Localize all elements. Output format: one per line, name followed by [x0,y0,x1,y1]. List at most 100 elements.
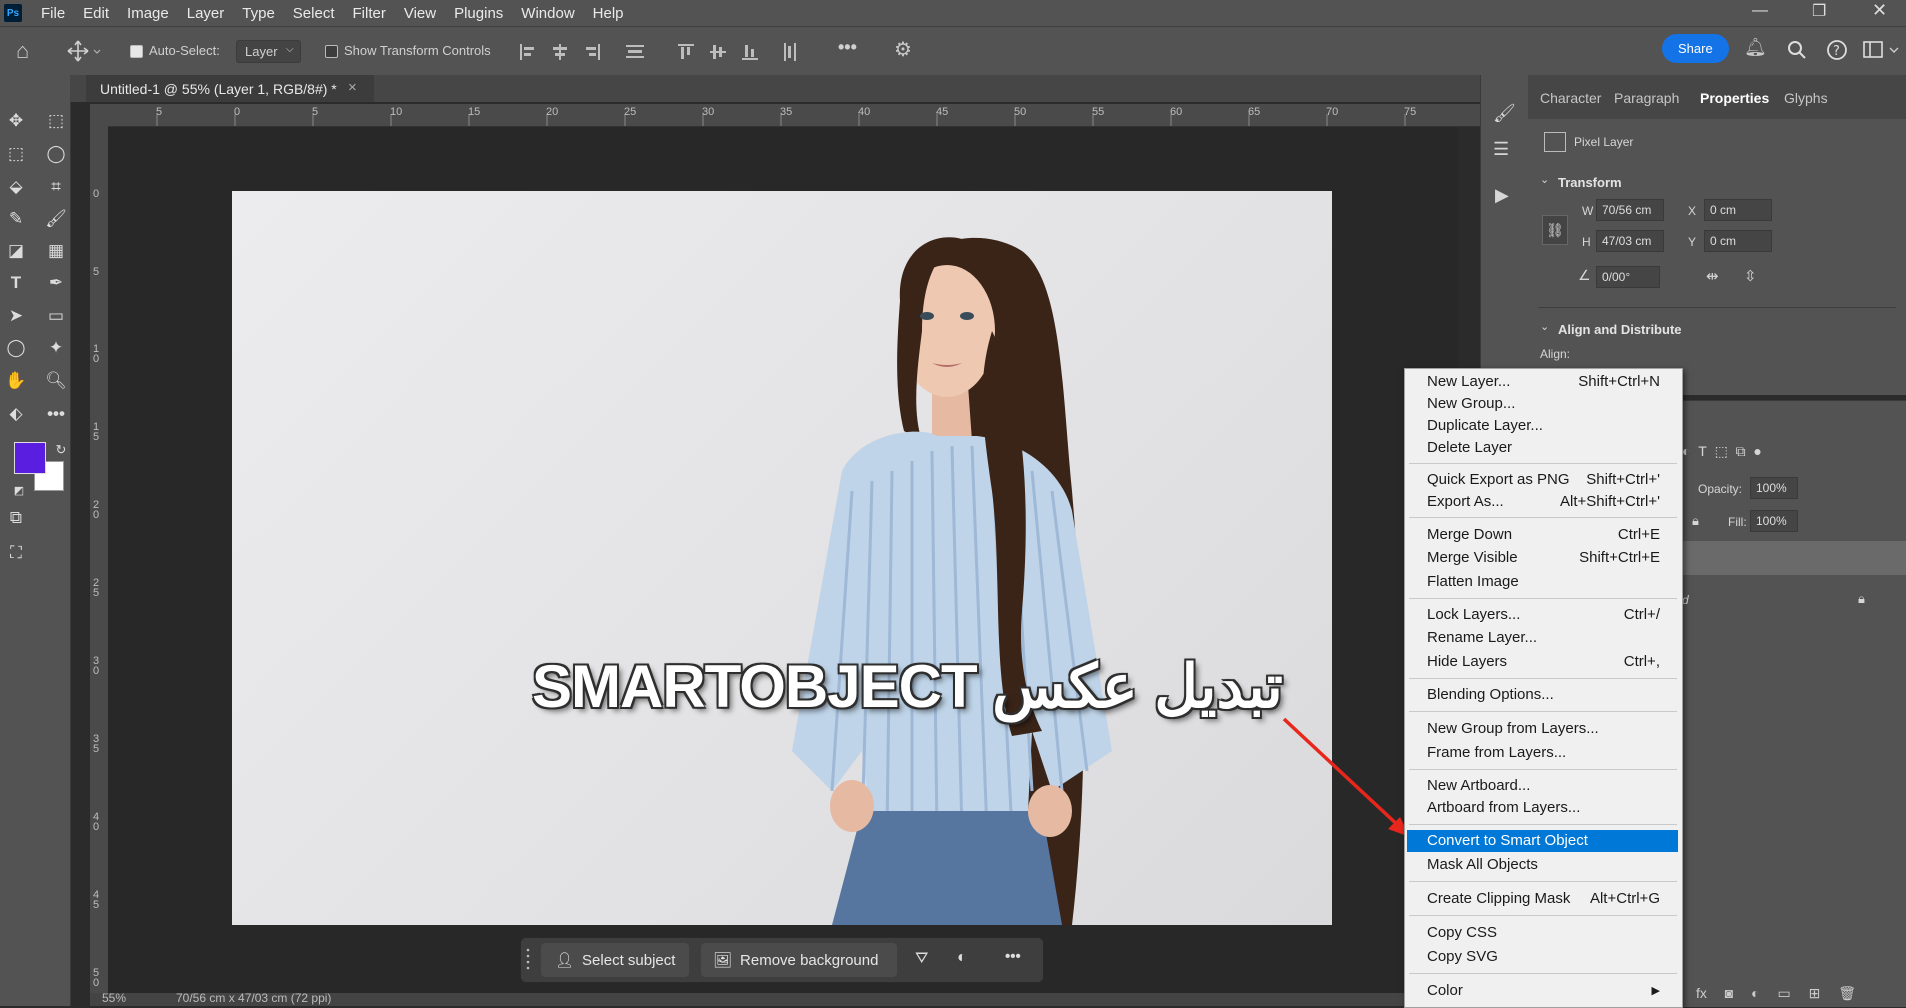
tab-character[interactable]: Character [1540,90,1601,106]
drag-handle-icon[interactable] [525,946,531,974]
gear-icon[interactable]: ⚙ [894,37,912,62]
restore-icon[interactable]: ❐ [1812,1,1826,21]
tab-paragraph[interactable]: Paragraph [1614,90,1679,106]
default-colors-icon[interactable]: ◩ [6,477,32,503]
menu-layer[interactable]: Layer [178,5,234,22]
x-field[interactable]: 0 cm [1704,199,1772,221]
artboard-tool-icon[interactable]: ⬚ [43,108,69,134]
close-window-icon[interactable]: ✕ [1872,0,1887,21]
menu-image[interactable]: Image [118,5,178,22]
eraser-tool-icon[interactable]: ◪ [3,238,29,264]
menu-item-hide-layers[interactable]: Hide Layers Ctrl+, [1407,651,1678,673]
menu-item-frame-from-layers[interactable]: Frame from Layers... [1407,742,1678,764]
flip-vertical-icon[interactable]: ⇳ [1744,267,1757,285]
menu-item-mask-all-objects[interactable]: Mask All Objects [1407,854,1678,876]
menu-item-new-group-from-layers[interactable]: New Group from Layers... [1407,718,1678,740]
ellipse-tool-icon[interactable]: ◯ [3,335,29,361]
menu-item-color[interactable]: Color ▶ [1407,980,1678,1002]
more-tools-icon[interactable]: ••• [43,401,69,427]
fx-icon[interactable]: fx [1696,985,1707,1001]
distribute-buttons[interactable] [676,41,806,63]
gradient-tool-icon[interactable]: ▦ [43,238,69,264]
auto-select-dropdown[interactable]: Layer ⌵ [236,40,301,63]
menu-item-rename-layer[interactable]: Rename Layer... [1407,627,1678,649]
height-field[interactable]: 47/03 cm [1596,230,1664,252]
bell-icon[interactable]: 🔔︎ [1744,37,1767,58]
menu-item-new-group[interactable]: New Group... [1407,393,1678,415]
crop-tool-icon[interactable]: ⌗ [43,174,69,200]
share-button[interactable]: Share [1662,34,1729,63]
eyedropper-tool-icon[interactable]: ✎ [3,206,29,232]
pen-tool-icon[interactable]: ✒ [43,270,69,296]
more-options-icon[interactable]: ••• [838,37,857,58]
menu-help[interactable]: Help [584,5,633,22]
menu-item-blending-options[interactable]: Blending Options... [1407,684,1678,706]
hand-tool-icon[interactable]: ✋ [3,368,29,394]
more-actions-icon[interactable]: ••• [1005,948,1021,965]
mask-icon[interactable]: ⛛ [915,950,928,968]
menu-type[interactable]: Type [233,5,284,22]
lock-icon[interactable]: 🔒︎ [1692,513,1699,529]
menu-item-quick-export[interactable]: Quick Export as PNG Shift+Ctrl+' [1407,469,1678,491]
menu-item-convert-to-smart-object[interactable]: Convert to Smart Object [1407,830,1678,852]
home-icon[interactable]: ⌂ [16,38,29,64]
close-tab-icon[interactable]: × [348,79,357,96]
menu-item-create-clipping-mask[interactable]: Create Clipping Mask Alt+Ctrl+G [1407,888,1678,910]
menu-item-new-artboard[interactable]: New Artboard... [1407,775,1678,797]
photoshop-logo-icon[interactable]: Ps [4,4,22,22]
type-tool-icon[interactable]: T [3,270,29,296]
menu-filter[interactable]: Filter [344,5,395,22]
tab-properties[interactable]: Properties [1700,90,1769,106]
remove-background-button[interactable]: 🖼︎ Remove background [701,943,897,977]
menu-item-flatten-image[interactable]: Flatten Image [1407,571,1678,593]
move-tool-icon[interactable]: ✥ [3,108,29,134]
zoom-tool-icon[interactable]: 🔍︎ [43,368,69,394]
swap-colors-icon[interactable]: ↻ [48,437,74,463]
play-actions-icon[interactable]: ▶ [1495,185,1509,206]
menu-item-delete-layer[interactable]: Delete Layer [1407,437,1678,459]
screen-mode-icon[interactable]: ⛶ [3,540,29,566]
menu-item-new-layer[interactable]: New Layer... Shift+Ctrl+N [1407,371,1678,393]
menu-item-lock-layers[interactable]: Lock Layers... Ctrl+/ [1407,604,1678,626]
link-dimensions-icon[interactable]: ⛓ [1542,215,1568,245]
fill-tool-icon[interactable]: ⬖ [3,401,29,427]
tab-glyphs[interactable]: Glyphs [1784,90,1828,106]
y-field[interactable]: 0 cm [1704,230,1772,252]
chevron-down-icon[interactable]: ⌄ [1540,173,1549,186]
folder-icon[interactable]: ▭ [1778,985,1791,1001]
width-field[interactable]: 70/56 cm [1596,199,1664,221]
mask-icon[interactable]: ◙ [1725,985,1733,1001]
new-layer-icon[interactable]: ⊞ [1809,985,1821,1001]
brush-tool-icon[interactable]: 🖌︎ [43,206,69,232]
menu-select[interactable]: Select [284,5,344,22]
chevron-down-icon[interactable]: ⌄ [1540,320,1549,333]
menu-item-duplicate-layer[interactable]: Duplicate Layer... [1407,415,1678,437]
brush-settings-icon[interactable]: 🖌︎ [1493,103,1516,124]
select-subject-button[interactable]: 👤︎ Select subject [541,943,689,977]
selected-layer-row[interactable] [1678,541,1906,575]
fill-field[interactable]: 100% [1750,510,1798,532]
align-buttons[interactable] [518,41,648,63]
adjustment-icon[interactable]: ◐ [957,949,967,967]
menu-edit[interactable]: Edit [74,5,118,22]
show-transform-checkbox[interactable]: Show Transform Controls [325,43,491,59]
auto-select-checkbox[interactable]: Auto-Select: [130,43,220,59]
layer-filter-icons[interactable]: ◐ T ⬚ ⧉ ● [1682,443,1762,460]
menu-view[interactable]: View [395,5,445,22]
trash-icon[interactable]: 🗑︎ [1838,985,1856,1001]
menu-item-copy-css[interactable]: Copy CSS [1407,922,1678,944]
adjustments-icon[interactable]: ☰ [1493,139,1509,160]
menu-window[interactable]: Window [512,5,583,22]
flip-horizontal-icon[interactable]: ⇹ [1706,267,1719,285]
adjustment-layer-icon[interactable]: ◐ [1751,985,1759,1001]
object-select-tool-icon[interactable]: ⬙ [3,174,29,200]
path-select-tool-icon[interactable]: ➤ [3,303,29,329]
workspace-icon[interactable] [1862,39,1902,61]
document-tab[interactable]: Untitled-1 @ 55% (Layer 1, RGB/8#) * × [86,75,374,102]
layer-actions-bar[interactable]: fx ◙ ◐ ▭ ⊞ 🗑︎ [1678,985,1906,1002]
lasso-tool-icon[interactable]: ◯ [43,141,69,167]
menu-item-copy-svg[interactable]: Copy SVG [1407,946,1678,968]
angle-field[interactable]: 0/00° [1596,266,1660,288]
search-icon[interactable] [1786,39,1808,61]
marquee-tool-icon[interactable]: ⬚ [3,141,29,167]
